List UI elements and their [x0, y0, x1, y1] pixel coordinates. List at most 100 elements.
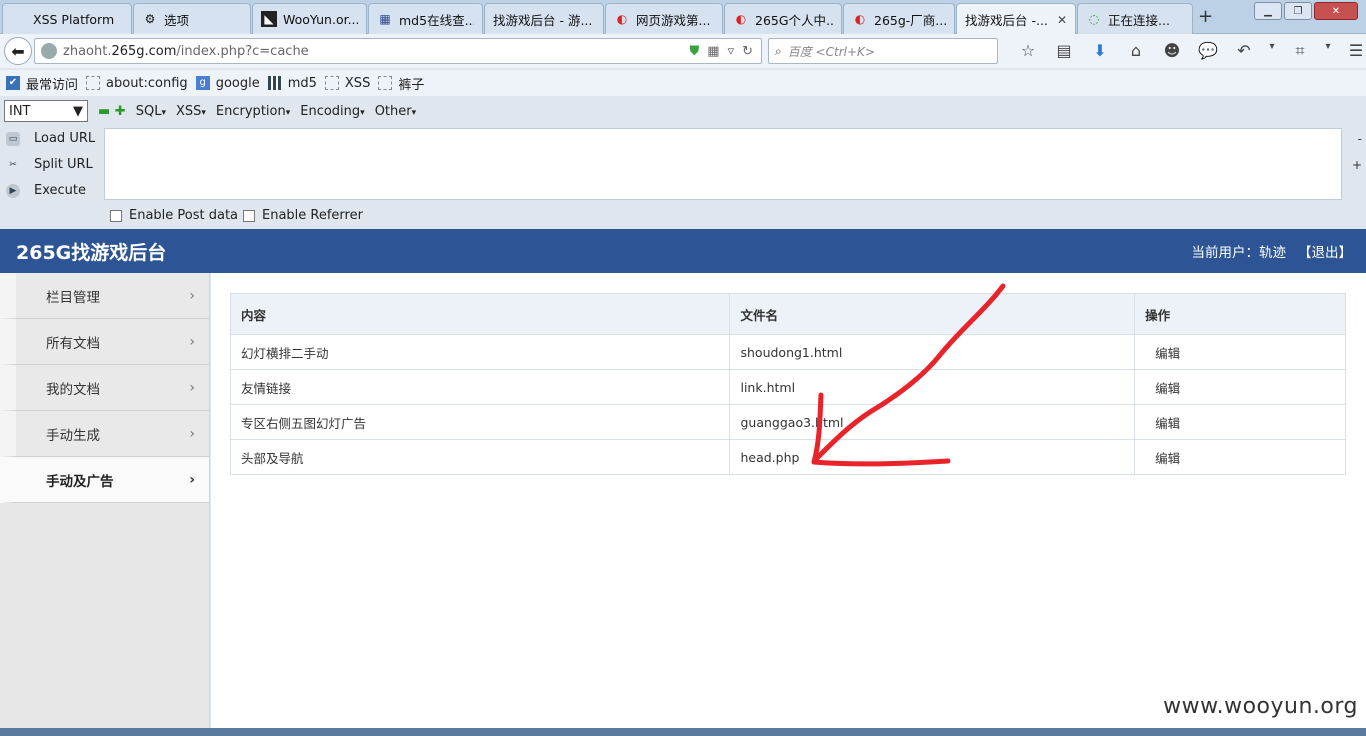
load-url-button[interactable]: ▭ Load URL	[6, 131, 95, 146]
close-window-icon[interactable]: ✕	[1314, 2, 1358, 20]
restore-icon[interactable]: ❐	[1284, 2, 1312, 20]
tab-265g-personal[interactable]: ◐ 265G个人中...	[724, 3, 842, 34]
table-row: 幻灯横排二手动 shoudong1.html 编辑	[229, 334, 1346, 370]
dropdown-arrow-icon[interactable]: ▿	[728, 44, 735, 59]
edit-link[interactable]: 编辑	[1134, 334, 1346, 370]
cell-content: 头部及导航	[229, 439, 731, 475]
tab-label: 找游戏后台 -...	[965, 13, 1048, 28]
hackbar-url-textarea[interactable]	[104, 128, 1342, 200]
sidebar-item-all-documents[interactable]: 所有文档 ›	[0, 319, 209, 365]
hackbar-type-select[interactable]: INT ▼	[4, 100, 88, 122]
shrink-icon[interactable]: -	[1358, 132, 1362, 146]
edit-link[interactable]: 编辑	[1134, 439, 1346, 475]
tab-zhaoyouxi-active[interactable]: 找游戏后台 -... ✕	[956, 3, 1076, 35]
crop-icon[interactable]: ⌗	[1282, 41, 1318, 61]
hackbar-menu-encoding[interactable]: Encoding	[300, 104, 364, 119]
cell-content: 幻灯横排二手动	[229, 334, 731, 370]
tab-webgame[interactable]: ◐ 网页游戏第...	[605, 3, 723, 34]
tab-xss-platform[interactable]: XSS Platform	[2, 3, 132, 34]
bookmark-kuzi[interactable]: 裤子	[378, 74, 424, 93]
home-icon[interactable]: ⌂	[1118, 41, 1154, 61]
undo-icon[interactable]: ↶	[1226, 41, 1262, 61]
tab-label: 选项	[164, 12, 190, 28]
bookmark-xss[interactable]: XSS	[324, 75, 371, 91]
tab-connecting[interactable]: ◌ 正在连接...	[1077, 3, 1193, 34]
table-row: 头部及导航 head.php 编辑	[229, 439, 1346, 475]
sidebar-item-manual-and-ads[interactable]: 手动及广告 ›	[0, 457, 209, 503]
tab-options[interactable]: ⚙ 选项	[133, 3, 251, 34]
hackbar-toolbar: INT ▼ ▬ ✚ SQL XSS Encryption Encoding Ot…	[0, 97, 1366, 125]
chat-icon[interactable]: 💬	[1190, 41, 1226, 61]
page-title: 265G找游戏后台	[16, 241, 167, 264]
shield-icon[interactable]: ⛊	[690, 44, 700, 59]
hackbar-menu-encryption[interactable]: Encryption	[216, 104, 290, 119]
grid-icon: ▦	[379, 12, 391, 26]
search-box[interactable]: ⌕ 百度 <Ctrl+K>	[768, 38, 998, 64]
url-text: zhaoht.265g.com/index.php?c=cache	[63, 43, 309, 59]
google-icon: g	[195, 76, 210, 90]
table-row: 友情链接 link.html 编辑	[229, 369, 1346, 405]
dropdown-arrow-icon[interactable]: ▾	[1262, 41, 1282, 61]
tab-label: XSS Platform	[33, 11, 115, 27]
sidebar-item-label: 栏目管理	[46, 289, 100, 306]
page-icon	[378, 76, 393, 90]
select-value: INT	[9, 103, 31, 119]
reload-icon[interactable]: ↻	[742, 44, 753, 59]
bookmark-label: about:config	[106, 75, 188, 91]
grid-icon	[267, 76, 282, 90]
smiley-icon[interactable]: ☻	[1154, 41, 1190, 61]
search-icon: ⌕	[775, 43, 782, 58]
main-content: 内容 文件名 操作 幻灯横排二手动 shoudong1.html 编辑 友情链接…	[211, 273, 1366, 736]
bookmark-label: XSS	[344, 75, 371, 91]
cell-filename: shoudong1.html	[729, 334, 1136, 370]
tab-md5[interactable]: ▦ md5在线查...	[368, 3, 483, 34]
minimize-icon[interactable]: ▁	[1254, 2, 1282, 20]
browser-tab-strip: XSS Platform ⚙ 选项 ◣ WooYun.or... ▦ md5在线…	[0, 0, 1366, 35]
checkbox-label: Enable Referrer	[262, 208, 363, 223]
sidebar-item-column-management[interactable]: 栏目管理 ›	[0, 273, 209, 319]
tab-265g-vendor[interactable]: ◐ 265g-厂商...	[843, 3, 955, 34]
bookmark-most-visited[interactable]: ✔ 最常访问	[6, 74, 78, 93]
hackbar-menu-sql[interactable]: SQL	[136, 104, 166, 119]
back-arrow-icon[interactable]: ⬅	[4, 37, 32, 65]
tab-zhaoyouxi-1[interactable]: 找游戏后台 - 游...	[484, 3, 604, 34]
close-tab-icon[interactable]: ✕	[1053, 13, 1067, 27]
hackbar-menu-xss[interactable]: XSS	[176, 104, 206, 119]
hackbar-menu-other[interactable]: Other	[375, 104, 416, 119]
bookmark-about-config[interactable]: about:config	[86, 76, 188, 91]
window-controls: ▁ ❐ ✕	[1254, 2, 1358, 20]
sidebar-item-label: 我的文档	[46, 381, 100, 398]
expand-icon[interactable]: +	[1352, 158, 1362, 172]
most-visited-icon: ✔	[6, 76, 20, 90]
sidebar-item-my-documents[interactable]: 我的文档 ›	[0, 365, 209, 411]
minus-plus-icon[interactable]: ▬ ✚	[98, 104, 126, 119]
cell-filename: guanggao3.html	[729, 404, 1136, 440]
tab-wooyun[interactable]: ◣ WooYun.or...	[252, 3, 367, 34]
split-url-button[interactable]: ✂ Split URL	[6, 157, 93, 172]
page-icon	[324, 76, 339, 90]
execute-button[interactable]: ▶ Execute	[6, 183, 86, 198]
reading-list-icon[interactable]: ▤	[1046, 41, 1082, 61]
url-bar[interactable]: zhaoht.265g.com/index.php?c=cache ⛊ ▦ ▿ …	[34, 38, 762, 64]
star-icon[interactable]: ☆	[1010, 41, 1046, 61]
tab-label: WooYun.or...	[283, 11, 358, 27]
search-placeholder: 百度 <Ctrl+K>	[787, 44, 875, 59]
chevron-right-icon: ›	[189, 425, 195, 442]
bookmark-google[interactable]: g google	[195, 76, 260, 91]
menu-icon[interactable]: ☰	[1338, 41, 1366, 61]
sidebar-item-manual-generate[interactable]: 手动生成 ›	[0, 411, 209, 457]
os-taskbar	[0, 728, 1366, 736]
download-icon[interactable]: ⬇	[1082, 41, 1118, 61]
enable-referrer-checkbox[interactable]: Enable Referrer	[243, 208, 363, 223]
hackbar-panel: ▭ Load URL ✂ Split URL ▶ Execute - + Ena…	[0, 126, 1366, 228]
enable-post-checkbox[interactable]: Enable Post data	[110, 208, 238, 223]
new-tab-icon[interactable]: +	[1198, 6, 1213, 27]
qr-code-icon[interactable]: ▦	[707, 44, 719, 59]
edit-link[interactable]: 编辑	[1134, 369, 1346, 405]
blank-page-icon	[11, 11, 27, 27]
bookmark-md5[interactable]: md5	[267, 76, 317, 91]
navigation-bar: ⬅ zhaoht.265g.com/index.php?c=cache ⛊ ▦ …	[0, 34, 1366, 68]
dropdown-arrow-icon[interactable]: ▾	[1318, 41, 1338, 61]
logout-link[interactable]: 【退出】	[1298, 241, 1352, 261]
edit-link[interactable]: 编辑	[1134, 404, 1346, 440]
